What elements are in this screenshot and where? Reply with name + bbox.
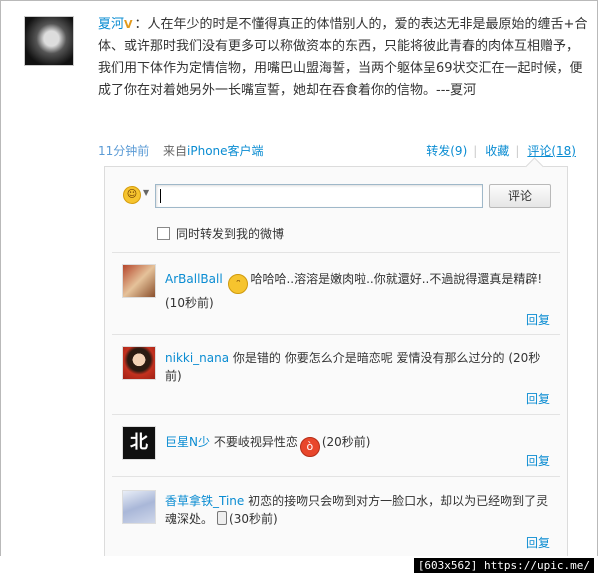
post-time[interactable]: 11分钟前 (98, 142, 149, 159)
reply-link[interactable]: 回复 (526, 390, 550, 407)
reply-link[interactable]: 回复 (526, 534, 550, 551)
commenter-name[interactable]: ArBallBall (165, 272, 223, 286)
comment-text: 不要岐视异性恋 (213, 435, 298, 449)
forward-link[interactable]: 转发(9) (426, 144, 467, 158)
commenter-avatar[interactable] (122, 346, 156, 380)
comment-input[interactable] (155, 184, 483, 208)
source-link[interactable]: iPhone客户端 (187, 144, 264, 158)
post-author[interactable]: 夏河 (98, 17, 124, 32)
comment-item: 巨星N少 不要岐视异性恋 ò (20秒前) (165, 433, 550, 457)
favorite-link[interactable]: 收藏 (485, 144, 509, 158)
comment-time: (20秒前) (321, 435, 371, 449)
comment-time: (30秒前) (229, 512, 278, 526)
avatar-glyph: 北 (130, 432, 148, 453)
reply-link[interactable]: 回复 (526, 311, 550, 328)
post-source: 来自iPhone客户端 (163, 142, 264, 159)
commenter-avatar[interactable] (122, 264, 156, 298)
forward-checkbox[interactable] (157, 227, 170, 240)
angry-emoji-icon: ò (299, 437, 320, 457)
post-meta: 11分钟前 来自iPhone客户端 转发(9) | 收藏 | 评论(18) (98, 142, 576, 158)
divider (112, 414, 560, 415)
forward-checkbox-label[interactable]: 同时转发到我的微博 (176, 227, 284, 241)
post-text: 人在年少的时是不懂得真正的体惜别人的，爱的表达无非是最原始的缠舌+合体、或许那时… (98, 17, 588, 98)
text-cursor (160, 189, 161, 203)
verified-badge-icon: V (124, 18, 133, 31)
smiley-emoji-icon: ᵔ (228, 274, 249, 294)
watermark: [603x562] https://upic.me/ (413, 558, 594, 573)
comment-link[interactable]: 评论(18) (527, 144, 576, 158)
divider (112, 252, 560, 253)
commenter-avatar[interactable]: 北 (122, 426, 156, 460)
post-content: 夏河V ：人在年少的时是不懂得真正的体惜别人的，爱的表达无非是最原始的缠舌+合体、… (98, 17, 588, 98)
submit-comment-button[interactable]: 评论 (489, 184, 551, 208)
divider (112, 476, 560, 477)
chevron-down-icon[interactable]: ▼ (143, 188, 149, 197)
divider (112, 334, 560, 335)
commenter-name[interactable]: 巨星N少 (165, 435, 210, 449)
separator: | (515, 144, 520, 158)
comment-item: 香草拿铁_Tine 初恋的接吻只会吻到对方一脸口水，却以为已经吻到了灵魂深处。(… (165, 492, 550, 528)
commenter-name[interactable]: 香草拿铁_Tine (165, 494, 244, 508)
author-avatar[interactable] (24, 16, 74, 66)
emoji-picker-icon[interactable]: ☺ (123, 186, 141, 204)
separator: | (473, 144, 478, 158)
comment-item: nikki_nana 你是错的 你要怎么介是暗恋呢 爱情没有那么过分的 (20秒… (165, 349, 550, 385)
phone-icon (217, 511, 228, 525)
commenter-name[interactable]: nikki_nana (165, 351, 229, 365)
reply-link[interactable]: 回复 (526, 452, 550, 469)
post-actions: 转发(9) | 收藏 | 评论(18) (424, 142, 576, 159)
source-prefix: 来自 (163, 144, 188, 158)
forward-checkbox-row: 同时转发到我的微博 (157, 225, 284, 242)
commenter-avatar[interactable] (122, 490, 156, 524)
comment-item: ArBallBall ᵔ 哈哈哈..溶溶是嫩肉啦..你就還好..不過說得還真是精辟… (165, 270, 550, 312)
